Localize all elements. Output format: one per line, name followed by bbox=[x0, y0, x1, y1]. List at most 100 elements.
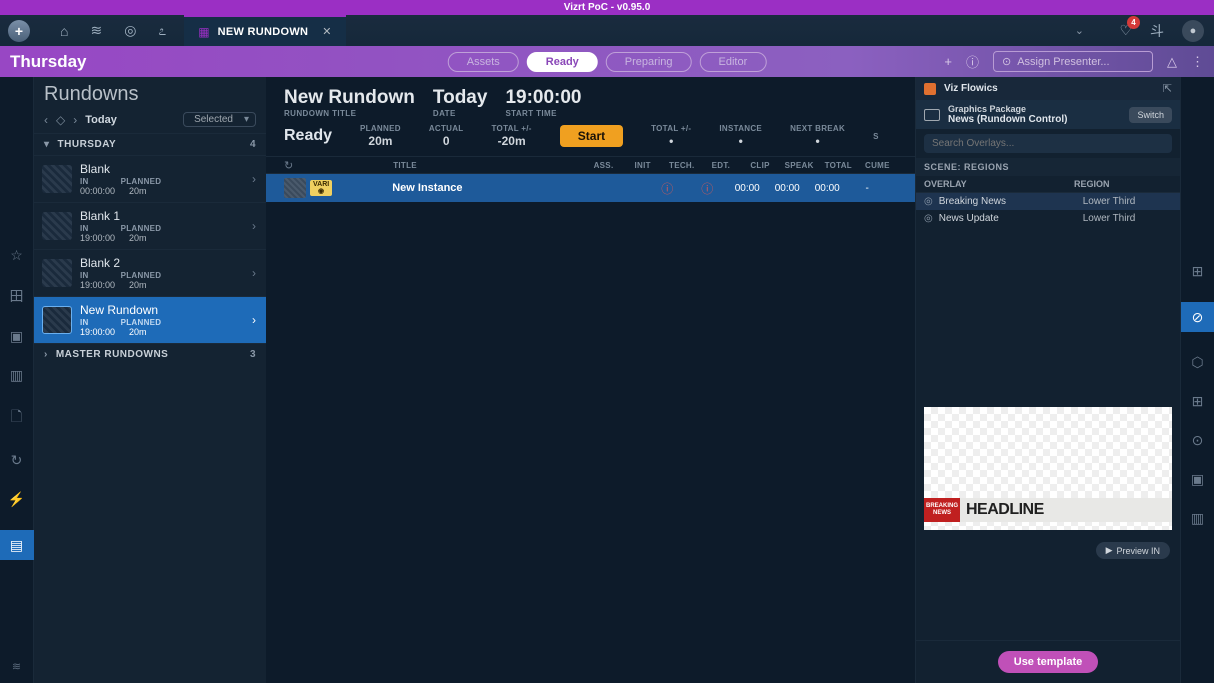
overlay-row[interactable]: ◎Breaking NewsLower Third bbox=[916, 193, 1180, 210]
play-icon: ▶ bbox=[1106, 545, 1113, 556]
monitor-icon bbox=[924, 109, 940, 121]
rundown-name: Blank bbox=[80, 162, 161, 176]
avatar[interactable]: ● bbox=[1182, 20, 1204, 42]
rpanel-header: Viz Flowics ⇱ bbox=[916, 77, 1180, 100]
headset-icon: ⊙ bbox=[1002, 55, 1011, 68]
chevron-right-icon: › bbox=[252, 219, 256, 233]
refresh-icon[interactable]: ↻ bbox=[11, 452, 23, 469]
list-item[interactable]: Blank 1 INPLANNED 19:00:0020m › bbox=[34, 202, 266, 249]
shield-icon[interactable]: ⬡ bbox=[1191, 354, 1203, 371]
add-frame-icon[interactable]: ⊞ bbox=[1192, 263, 1204, 280]
day-header-label: THURSDAY bbox=[58, 139, 117, 150]
nav-prev-icon[interactable]: ‹ bbox=[44, 113, 48, 127]
column-headers: ↻ TITLE ASS. INIT TECH. EDT. CLIP SPEAK … bbox=[266, 156, 915, 174]
users-icon[interactable]: ▣ bbox=[10, 328, 23, 345]
thumbnail bbox=[42, 306, 72, 334]
tab-dropdown-icon[interactable]: ⌄ bbox=[1075, 24, 1084, 37]
apps-icon[interactable]: ⊞ bbox=[1192, 393, 1204, 410]
wave-icon[interactable]: ≋ bbox=[90, 22, 102, 39]
location-icon[interactable]: ೭ bbox=[158, 22, 166, 39]
target-icon: ◎ bbox=[924, 213, 933, 224]
layout-icon[interactable]: ▥ bbox=[1191, 510, 1204, 527]
titlebar: + ⌂ ≋ ◎ ೭ ▦ NEW RUNDOWN ✕ ⌄ ♡4 ⽃ ● bbox=[0, 15, 1214, 46]
day-header-thursday[interactable]: ▾ THURSDAY 4 bbox=[34, 133, 266, 155]
compass-icon[interactable]: ◎ bbox=[124, 22, 136, 39]
rundown-title: New Rundown bbox=[284, 87, 415, 109]
info-icon[interactable]: ⓘ bbox=[966, 52, 979, 71]
start-button[interactable]: Start bbox=[560, 125, 623, 147]
box-icon[interactable]: ▥ bbox=[10, 367, 23, 384]
plus-icon[interactable]: + bbox=[944, 54, 952, 69]
use-template-button[interactable]: Use template bbox=[998, 651, 1098, 673]
bell-icon[interactable]: ♡4 bbox=[1119, 22, 1132, 39]
more-icon[interactable]: ⋮ bbox=[1191, 54, 1204, 70]
right-panel: Viz Flowics ⇱ Graphics PackageNews (Rund… bbox=[915, 77, 1180, 683]
image-icon[interactable]: ▣ bbox=[1191, 471, 1204, 488]
warning-circle-icon[interactable]: ⓘ bbox=[687, 180, 727, 197]
instance-row[interactable]: VARI◉ New Instance ⓘ ⓘ 00:00 00:00 00:00… bbox=[266, 174, 915, 202]
instance-thumbnail bbox=[284, 178, 306, 198]
chevron-right-icon: › bbox=[44, 349, 48, 360]
assign-presenter-button[interactable]: ⊙ Assign Presenter... bbox=[993, 51, 1153, 72]
pill-preparing[interactable]: Preparing bbox=[606, 52, 692, 72]
document-icon[interactable]: 🗋 bbox=[11, 406, 22, 430]
pill-ready[interactable]: Ready bbox=[527, 52, 598, 72]
chevron-right-icon: › bbox=[252, 172, 256, 186]
tab-new-rundown[interactable]: ▦ NEW RUNDOWN ✕ bbox=[184, 15, 345, 46]
bolt-icon[interactable]: ⚡ bbox=[8, 491, 25, 508]
graphics-package-row: Graphics PackageNews (Rundown Control) S… bbox=[916, 100, 1180, 129]
nav-next-icon[interactable]: › bbox=[73, 113, 77, 127]
assign-label: Assign Presenter... bbox=[1017, 56, 1109, 68]
thumbnail bbox=[42, 165, 72, 193]
list-item[interactable]: Blank 2 INPLANNED 19:00:0020m › bbox=[34, 249, 266, 296]
breaking-news-badge: BREAKINGNEWS bbox=[924, 498, 960, 522]
day-label: Thursday bbox=[10, 52, 87, 72]
wave-small-icon[interactable]: ≋ bbox=[12, 660, 21, 673]
tab-label: NEW RUNDOWN bbox=[218, 26, 309, 38]
add-button[interactable]: + bbox=[8, 20, 30, 42]
master-count: 3 bbox=[250, 349, 256, 360]
preview-in-button[interactable]: ▶Preview IN bbox=[1096, 542, 1170, 559]
rundown-starttime: 19:00:00 bbox=[505, 87, 581, 109]
switch-button[interactable]: Switch bbox=[1129, 107, 1172, 123]
master-rundowns-header[interactable]: › MASTER RUNDOWNS 3 bbox=[34, 343, 266, 365]
close-icon[interactable]: ✕ bbox=[322, 25, 331, 38]
thumbnail bbox=[42, 259, 72, 287]
chevron-down-icon: ▾ bbox=[44, 139, 50, 150]
rundown-name: New Rundown bbox=[80, 303, 161, 317]
day-count: 4 bbox=[250, 139, 256, 150]
view-pills: Assets Ready Preparing Editor bbox=[448, 52, 767, 72]
warning-circle-icon[interactable]: ⓘ bbox=[647, 180, 687, 197]
thumbnail bbox=[42, 212, 72, 240]
flowics-rail-icon[interactable]: ⊘ bbox=[1181, 302, 1214, 332]
user-circle-icon[interactable]: ⊙ bbox=[1192, 432, 1204, 449]
home-icon[interactable]: ⌂ bbox=[60, 23, 68, 39]
master-label: MASTER RUNDOWNS bbox=[56, 349, 169, 360]
chat-icon[interactable]: ⽃ bbox=[1150, 21, 1164, 41]
overlay-table-header: OVERLAYREGION bbox=[916, 176, 1180, 193]
status-text: Ready bbox=[284, 127, 332, 145]
chevron-right-icon: › bbox=[252, 313, 256, 327]
flowics-icon bbox=[924, 83, 936, 95]
star-icon[interactable]: ☆ bbox=[10, 247, 23, 264]
scene-header: SCENE: REGIONS bbox=[916, 158, 1180, 176]
pill-editor[interactable]: Editor bbox=[700, 52, 767, 72]
user-icon[interactable]: ⽥ bbox=[10, 286, 24, 306]
list-item[interactable]: New Rundown INPLANNED 19:00:0020m › bbox=[34, 296, 266, 343]
popout-icon[interactable]: ⇱ bbox=[1163, 82, 1172, 95]
list-item[interactable]: Blank INPLANNED 00:00:0020m › bbox=[34, 155, 266, 202]
overlay-row[interactable]: ◎News UpdateLower Third bbox=[916, 210, 1180, 227]
pill-assets[interactable]: Assets bbox=[448, 52, 519, 72]
nav-diamond-icon[interactable]: ◇ bbox=[56, 113, 65, 127]
preview-box: BREAKINGNEWS HEADLINE bbox=[924, 407, 1172, 530]
grid-icon: ▦ bbox=[198, 25, 209, 39]
warning-icon[interactable]: △ bbox=[1167, 54, 1177, 70]
instance-title: New Instance bbox=[392, 182, 587, 194]
search-input[interactable] bbox=[924, 134, 1172, 153]
refresh-icon[interactable]: ↻ bbox=[284, 159, 293, 172]
lower-third-preview: BREAKINGNEWS HEADLINE bbox=[924, 498, 1172, 522]
selected-dropdown[interactable]: Selected bbox=[183, 112, 256, 127]
rundown-icon[interactable]: ▤ bbox=[0, 530, 34, 560]
sidebar: Rundowns ‹ ◇ › Today Selected ▾ THURSDAY… bbox=[34, 77, 266, 683]
subbar: Thursday Assets Ready Preparing Editor +… bbox=[0, 46, 1214, 77]
